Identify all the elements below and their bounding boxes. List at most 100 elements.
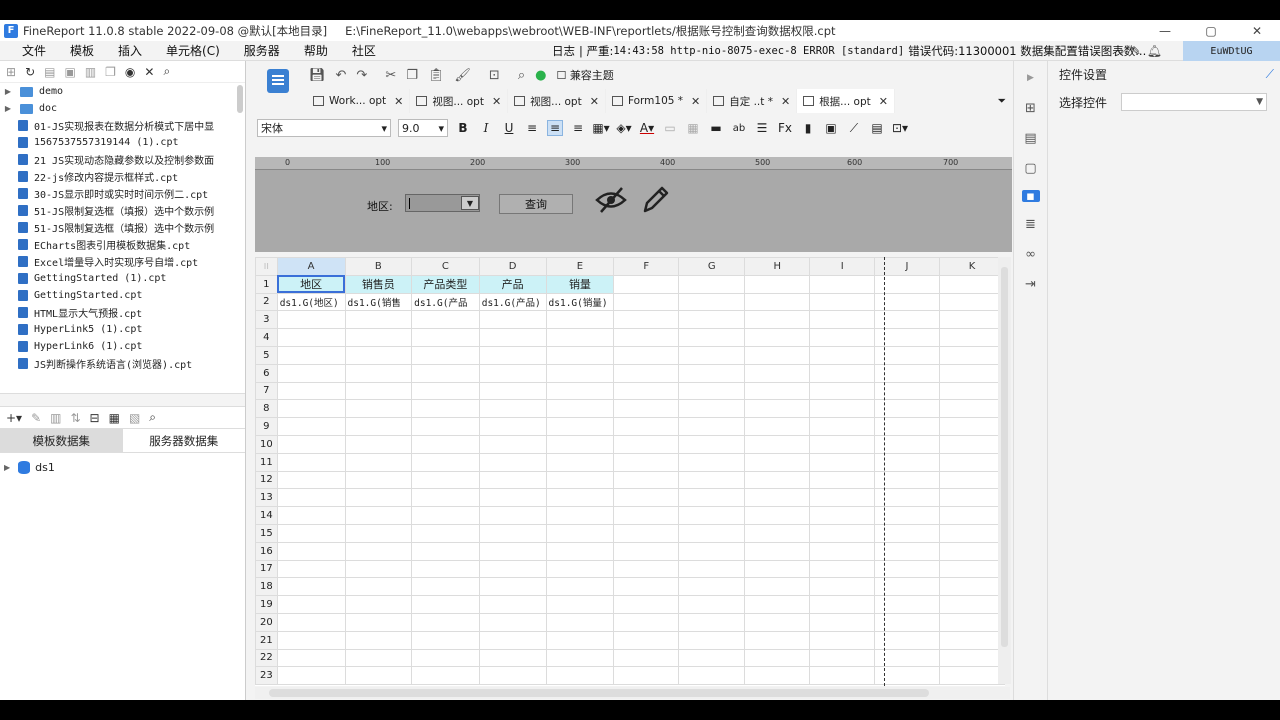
cell[interactable]	[809, 666, 876, 686]
cell[interactable]	[613, 310, 680, 330]
doc-tab[interactable]: 自定 ..t * ✕	[707, 89, 798, 113]
cell[interactable]	[478, 648, 547, 668]
query-button[interactable]: 查询	[499, 194, 573, 214]
cell[interactable]	[344, 452, 413, 472]
cell[interactable]	[545, 648, 615, 668]
locate-icon[interactable]: ◉	[125, 65, 135, 79]
search-icon[interactable]: ⌕	[1118, 44, 1125, 59]
cell[interactable]	[678, 434, 746, 454]
cell[interactable]	[744, 488, 811, 508]
horizontal-scrollbar[interactable]	[255, 687, 1010, 699]
doc-tab-active[interactable]: 根据... opt ✕	[797, 89, 895, 113]
file-item[interactable]: GettingStarted.cpt	[0, 287, 245, 304]
cell[interactable]	[613, 399, 680, 419]
cell[interactable]	[411, 310, 480, 330]
log-message[interactable]: 日志 | 严重: 14:43:58 http-nio-8075-exec-8 E…	[552, 41, 1146, 61]
cell[interactable]	[938, 452, 1005, 472]
cell[interactable]	[478, 541, 547, 561]
cell[interactable]	[344, 506, 413, 525]
cell[interactable]	[613, 381, 680, 401]
cell[interactable]	[276, 345, 346, 365]
delete-icon[interactable]: ▥	[85, 65, 96, 79]
cell[interactable]	[478, 417, 547, 436]
cell-B2[interactable]: ds1.G(销售	[344, 292, 413, 312]
tab-list-icon[interactable]: ⏷	[992, 89, 1012, 113]
cell[interactable]	[276, 417, 346, 436]
cell[interactable]	[276, 648, 346, 668]
expand-panel-icon[interactable]: ▶	[1022, 70, 1040, 86]
cell[interactable]	[678, 345, 746, 365]
more-button[interactable]: ⊡▾	[892, 120, 908, 136]
cell[interactable]	[276, 381, 346, 401]
cell[interactable]	[678, 399, 746, 419]
cell[interactable]	[744, 523, 811, 543]
cell[interactable]	[744, 541, 811, 561]
cell[interactable]	[678, 648, 746, 668]
cell[interactable]	[344, 577, 413, 597]
cell[interactable]	[809, 541, 876, 561]
cell[interactable]	[809, 452, 876, 472]
cell-C2[interactable]: ds1.G(产品	[411, 292, 480, 312]
cell[interactable]	[478, 559, 547, 579]
cell[interactable]	[678, 577, 746, 597]
font-size-select[interactable]: 9.0 ▾	[398, 119, 448, 137]
close-tab-icon[interactable]: ✕	[590, 95, 599, 108]
cell-A1[interactable]: 地区	[276, 274, 346, 294]
cell[interactable]	[678, 452, 746, 472]
copy-icon[interactable]: ❐	[406, 68, 418, 83]
folder-item[interactable]: ▶ doc	[0, 100, 245, 117]
cell[interactable]	[478, 595, 547, 614]
column-header[interactable]: B	[344, 257, 413, 276]
menu-insert[interactable]: 插入	[106, 42, 154, 59]
cell[interactable]	[411, 399, 480, 419]
cell[interactable]	[276, 630, 346, 650]
add-dataset-icon[interactable]: +▾	[6, 411, 22, 425]
cell[interactable]	[938, 648, 1005, 668]
row-header[interactable]: 5	[255, 345, 278, 365]
cell[interactable]	[411, 345, 480, 365]
menu-template[interactable]: 模板	[58, 42, 106, 59]
cell[interactable]	[276, 523, 346, 543]
hyperlink-icon[interactable]: ∞	[1022, 246, 1040, 262]
cell[interactable]	[276, 666, 346, 686]
cell[interactable]	[344, 417, 413, 436]
cell[interactable]	[744, 612, 811, 632]
cell[interactable]	[744, 417, 811, 436]
search-replace-icon[interactable]: ⌕	[518, 68, 525, 83]
cell[interactable]	[411, 559, 480, 579]
cell-E1[interactable]: 销量	[545, 274, 615, 294]
import-icon[interactable]: ⇥	[1022, 276, 1040, 292]
cell[interactable]	[744, 648, 811, 668]
cell[interactable]	[545, 417, 615, 436]
cell[interactable]	[938, 363, 1005, 383]
menu-file[interactable]: 文件	[0, 42, 58, 59]
cell[interactable]	[809, 488, 876, 508]
doc-tab[interactable]: Form105 * ✕	[606, 89, 708, 113]
cell[interactable]	[613, 470, 680, 490]
param-region-combobox[interactable]: ▼	[405, 194, 480, 212]
cell[interactable]	[744, 630, 811, 650]
file-item[interactable]: Excel增量导入时实现序号自增.cpt	[0, 253, 245, 270]
cell[interactable]	[411, 363, 480, 383]
cell[interactable]	[613, 595, 680, 614]
row-header[interactable]: 23	[255, 666, 278, 686]
cell[interactable]	[478, 523, 547, 543]
cell[interactable]	[545, 577, 615, 597]
save-icon[interactable]: 💾︎	[309, 68, 326, 83]
cell[interactable]	[678, 523, 746, 543]
cell[interactable]	[411, 541, 480, 561]
row-header[interactable]: 7	[255, 381, 278, 401]
column-header[interactable]: I	[809, 257, 876, 276]
cell[interactable]	[809, 328, 876, 347]
cell[interactable]	[613, 292, 680, 312]
cell[interactable]	[613, 666, 680, 686]
underline-button[interactable]: U	[501, 120, 517, 136]
cell[interactable]	[809, 523, 876, 543]
cell[interactable]	[344, 310, 413, 330]
cell[interactable]	[545, 470, 615, 490]
cell[interactable]	[613, 363, 680, 383]
scrollbar-thumb[interactable]	[1001, 267, 1008, 647]
check-icon[interactable]: ●	[535, 68, 546, 83]
cell[interactable]	[678, 595, 746, 614]
border-button[interactable]: ▦▾	[592, 120, 609, 136]
